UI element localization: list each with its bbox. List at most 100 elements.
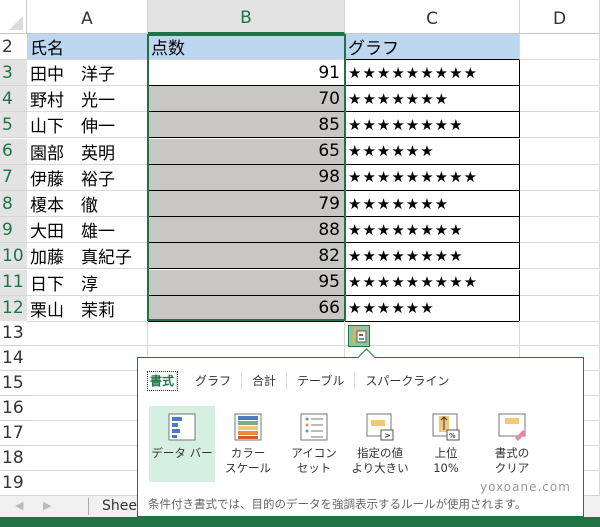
- quick-analysis-button[interactable]: [348, 325, 370, 347]
- column-header-b[interactable]: B: [148, 0, 345, 34]
- row-header[interactable]: 10: [0, 243, 27, 270]
- option-label: 上位 10%: [433, 446, 459, 475]
- quick-analysis-option-2[interactable]: アイコン セット: [281, 406, 347, 482]
- name-cell[interactable]: 伊藤 裕子: [27, 164, 148, 191]
- score-cell-data-bar[interactable]: 91: [148, 60, 345, 86]
- score-cell-data-bar[interactable]: 85: [148, 112, 345, 139]
- row-header[interactable]: 8: [0, 191, 27, 217]
- name-cell[interactable]: 大田 雄一: [27, 217, 148, 244]
- top-10-icon: %: [432, 413, 460, 441]
- row-header[interactable]: 15: [0, 371, 27, 396]
- score-cell-data-bar[interactable]: 65: [148, 138, 345, 165]
- row-header[interactable]: 14: [0, 346, 27, 371]
- row-header[interactable]: 6: [0, 138, 27, 165]
- quick-analysis-option-0[interactable]: データ バー: [149, 406, 215, 482]
- tab-0[interactable]: 書式: [146, 371, 179, 391]
- quick-analysis-option-3[interactable]: > 指定の値 より大きい: [347, 406, 413, 482]
- cell[interactable]: [520, 321, 600, 346]
- row-header[interactable]: 19: [0, 471, 27, 496]
- cell[interactable]: [27, 346, 148, 371]
- tab-4[interactable]: スパークライン: [355, 372, 459, 390]
- row-header[interactable]: 18: [0, 446, 27, 471]
- cell[interactable]: [27, 396, 148, 421]
- graph-cell[interactable]: ★★★★★★★★★: [345, 164, 520, 191]
- header-cell-graph[interactable]: グラフ: [345, 34, 520, 60]
- name-cell[interactable]: 田中 洋子: [27, 60, 148, 86]
- name-cell[interactable]: 野村 光一: [27, 86, 148, 113]
- row-header[interactable]: 17: [0, 421, 27, 446]
- cell[interactable]: [27, 471, 148, 496]
- score-cell-data-bar[interactable]: 66: [148, 295, 345, 322]
- cell[interactable]: [27, 421, 148, 446]
- select-all-corner[interactable]: [0, 0, 27, 34]
- name-cell[interactable]: 山下 伸一: [27, 112, 148, 139]
- scroll-left-icon[interactable]: ◀: [15, 499, 23, 512]
- cell[interactable]: [520, 112, 600, 139]
- row-header[interactable]: 11: [0, 269, 27, 296]
- graph-cell[interactable]: ★★★★★★: [345, 295, 520, 322]
- graph-cell[interactable]: ★★★★★★★: [345, 191, 520, 217]
- tab-divider: [88, 498, 89, 515]
- graph-cell[interactable]: ★★★★★★★★: [345, 243, 520, 270]
- quick-analysis-option-4[interactable]: % 上位 10%: [413, 406, 479, 482]
- tab-3[interactable]: テーブル: [287, 372, 356, 390]
- cell[interactable]: [345, 321, 520, 346]
- cell[interactable]: [520, 243, 600, 270]
- cell[interactable]: [27, 321, 148, 346]
- cell[interactable]: [27, 371, 148, 396]
- score-cell-data-bar[interactable]: 70: [148, 86, 345, 113]
- row-header[interactable]: 9: [0, 217, 27, 244]
- row-header[interactable]: 3: [0, 60, 27, 86]
- header-cell-score[interactable]: 点数: [148, 34, 345, 60]
- column-header-a[interactable]: A: [27, 0, 148, 34]
- graph-cell[interactable]: ★★★★★★★★★: [345, 60, 520, 86]
- graph-cell[interactable]: ★★★★★★★★★: [345, 269, 520, 296]
- cell[interactable]: [520, 191, 600, 217]
- option-label: 指定の値 より大きい: [351, 446, 409, 475]
- cell[interactable]: [520, 34, 600, 60]
- graph-cell[interactable]: ★★★★★★: [345, 138, 520, 165]
- quick-analysis-option-5[interactable]: 書式の クリア: [479, 406, 545, 482]
- cell[interactable]: [520, 217, 600, 244]
- cell[interactable]: [520, 269, 600, 296]
- name-cell[interactable]: 栗山 茉莉: [27, 295, 148, 322]
- panel-description: 条件付き書式では、目的のデータを強調表示するルールが使用されます。: [148, 496, 527, 512]
- icon-set-icon: [300, 413, 328, 441]
- tab-2[interactable]: 合計: [242, 372, 288, 390]
- color-scale-icon: [234, 413, 262, 441]
- column-header-c[interactable]: C: [345, 0, 520, 34]
- cell[interactable]: [520, 164, 600, 191]
- row-header[interactable]: 5: [0, 112, 27, 139]
- cell[interactable]: [148, 321, 345, 346]
- cell[interactable]: [520, 138, 600, 165]
- graph-cell[interactable]: ★★★★★★★★: [345, 217, 520, 244]
- score-cell-data-bar[interactable]: 79: [148, 191, 345, 217]
- row-header[interactable]: 7: [0, 164, 27, 191]
- scroll-right-icon[interactable]: ▶: [43, 499, 51, 512]
- score-cell-data-bar[interactable]: 95: [148, 269, 345, 296]
- score-cell-data-bar[interactable]: 88: [148, 217, 345, 244]
- graph-cell[interactable]: ★★★★★★★: [345, 86, 520, 113]
- header-cell-name[interactable]: 氏名: [27, 34, 148, 60]
- svg-text:%: %: [449, 432, 456, 440]
- score-cell-data-bar[interactable]: 82: [148, 243, 345, 270]
- name-cell[interactable]: 日下 淳: [27, 269, 148, 296]
- tab-1[interactable]: グラフ: [185, 372, 243, 390]
- svg-text:>: >: [384, 431, 391, 440]
- row-header[interactable]: 2: [0, 34, 27, 60]
- cell[interactable]: [27, 446, 148, 471]
- cell[interactable]: [520, 60, 600, 86]
- row-header[interactable]: 12: [0, 295, 27, 322]
- column-header-d[interactable]: D: [520, 0, 600, 34]
- name-cell[interactable]: 加藤 真紀子: [27, 243, 148, 270]
- row-header[interactable]: 4: [0, 86, 27, 113]
- graph-cell[interactable]: ★★★★★★★★: [345, 112, 520, 139]
- cell[interactable]: [520, 86, 600, 113]
- row-header[interactable]: 13: [0, 321, 27, 346]
- quick-analysis-option-1[interactable]: カラー スケール: [215, 406, 281, 482]
- row-header[interactable]: 16: [0, 396, 27, 421]
- name-cell[interactable]: 榎本 徹: [27, 191, 148, 217]
- name-cell[interactable]: 園部 英明: [27, 138, 148, 165]
- score-cell-data-bar[interactable]: 98: [148, 164, 345, 191]
- cell[interactable]: [520, 295, 600, 322]
